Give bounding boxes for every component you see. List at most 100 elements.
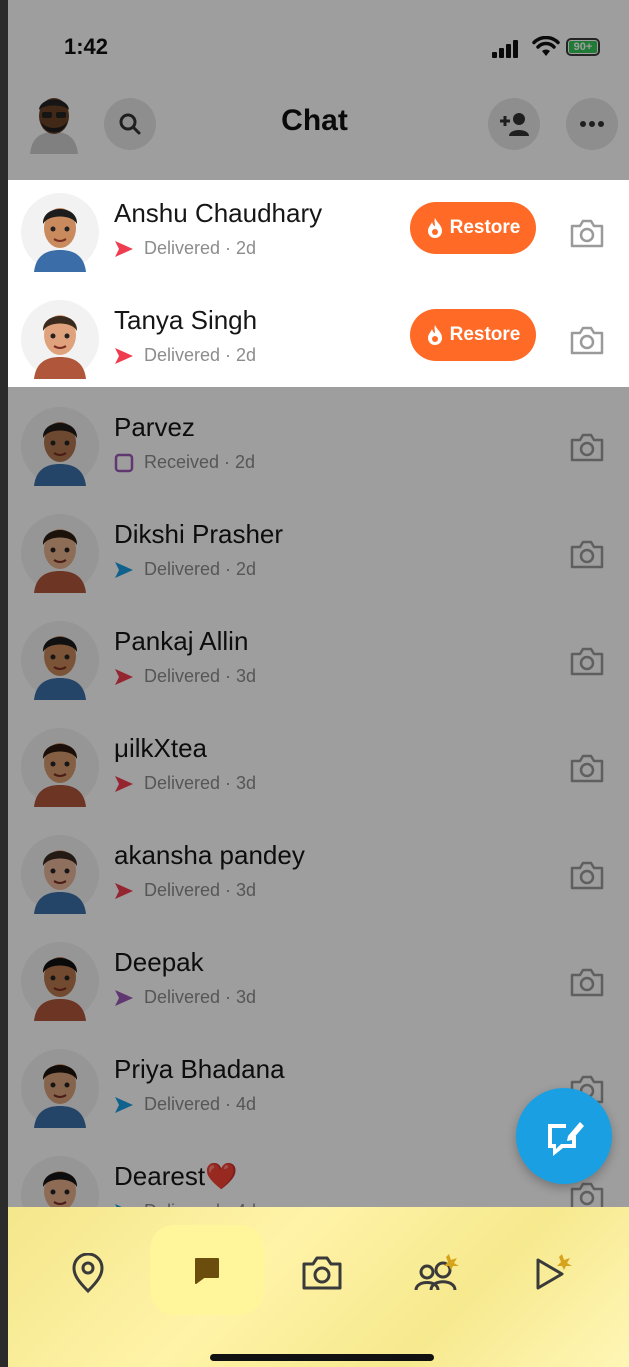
friend-bitmoji-avatar[interactable]: [20, 834, 100, 914]
status-age: 3d: [236, 880, 257, 900]
friend-name: Dikshi Prasher: [114, 519, 284, 549]
delivered-arrow-icon: [115, 1096, 133, 1113]
chat-row[interactable]: Parvez Received · 2d: [0, 394, 629, 502]
status-text: Delivered: [144, 880, 221, 900]
status-separator: ·: [220, 880, 237, 900]
friend-name: Deepak: [114, 947, 204, 977]
friend-name: Priya Bhadana: [114, 1054, 285, 1084]
spotlight-icon: [536, 1254, 572, 1290]
camera-reply-icon[interactable]: [568, 322, 606, 360]
chat-status: Delivered · 3d: [114, 666, 256, 687]
friend-name: Anshu Chaudhary: [114, 198, 323, 228]
screen-edge: [0, 0, 8, 1367]
battery-percent: 90+: [573, 41, 593, 53]
restore-button[interactable]: Restore: [410, 309, 536, 361]
add-friend-icon: [500, 113, 529, 136]
nav-stories[interactable]: [408, 1231, 468, 1315]
friend-bitmoji-avatar[interactable]: [20, 620, 100, 700]
camera-reply-icon[interactable]: [568, 643, 606, 681]
chat-status: Delivered · 3d: [114, 773, 256, 794]
status-separator: ·: [220, 773, 237, 793]
friend-name: Tanya Singh: [114, 305, 258, 335]
restore-label: Restore: [449, 217, 521, 238]
chat-status: Received · 2d: [114, 452, 255, 473]
friend-bitmoji-avatar[interactable]: [20, 192, 100, 272]
received-icon: [114, 453, 134, 472]
friend-name: Dearest❤️: [114, 1161, 238, 1191]
delivered-arrow-icon: [115, 989, 133, 1006]
nav-spotlight[interactable]: [524, 1231, 584, 1315]
chat-row[interactable]: Deepak Delivered · 3d: [0, 929, 629, 1037]
delivered-arrow-icon: [115, 668, 133, 685]
camera-reply-icon[interactable]: [568, 429, 606, 467]
chat-status: Delivered · 4d: [114, 1094, 256, 1115]
nav-chat[interactable]: [150, 1225, 264, 1315]
friend-bitmoji-avatar[interactable]: [20, 941, 100, 1021]
restore-label: Restore: [449, 324, 521, 345]
status-age: 3d: [236, 987, 257, 1007]
status-text: Delivered: [144, 666, 221, 686]
chat-row[interactable]: Pankaj Allin Delivered · 3d: [0, 608, 629, 716]
status-separator: ·: [220, 1094, 237, 1114]
friend-name: akansha pandey: [114, 840, 305, 870]
friend-bitmoji-avatar[interactable]: [20, 406, 100, 486]
map-icon: [72, 1253, 104, 1293]
status-text: Delivered: [144, 987, 221, 1007]
friend-bitmoji-avatar[interactable]: [20, 513, 100, 593]
status-text: Delivered: [144, 773, 221, 793]
camera-reply-icon[interactable]: [568, 857, 606, 895]
cellular-signal-icon: [492, 38, 522, 58]
status-separator: ·: [220, 345, 237, 365]
delivered-arrow-icon: [115, 882, 133, 899]
add-friend-button[interactable]: [488, 98, 540, 150]
status-separator: ·: [220, 987, 237, 1007]
status-separator: ·: [220, 238, 237, 258]
more-options-icon: [580, 121, 604, 127]
nav-camera[interactable]: [292, 1231, 352, 1315]
friend-bitmoji-avatar[interactable]: [20, 1048, 100, 1128]
status-text: Delivered: [144, 559, 221, 579]
battery-icon: 90+: [566, 38, 600, 56]
chat-row[interactable]: Anshu Chaudhary Delivered · 2d Restore: [0, 180, 629, 288]
friend-bitmoji-avatar[interactable]: [20, 727, 100, 807]
chat-status: Delivered · 2d: [114, 345, 256, 366]
chat-status: Delivered · 2d: [114, 238, 256, 259]
status-age: 2d: [236, 345, 257, 365]
more-options-button[interactable]: [566, 98, 618, 150]
friend-bitmoji-avatar[interactable]: [20, 299, 100, 379]
camera-reply-icon[interactable]: [568, 964, 606, 1002]
wifi-icon: [532, 36, 560, 56]
chat-row[interactable]: μilkXtea Delivered · 3d: [0, 715, 629, 823]
status-age: 3d: [236, 773, 257, 793]
chat-row[interactable]: Tanya Singh Delivered · 2d Restore: [0, 287, 629, 395]
flame-icon: [427, 218, 442, 238]
chat-status: Delivered · 2d: [114, 559, 256, 580]
status-age: 2d: [236, 238, 257, 258]
chat-row[interactable]: Dikshi Prasher Delivered · 2d: [0, 501, 629, 609]
friend-name: μilkXtea: [114, 733, 208, 763]
camera-reply-icon[interactable]: [568, 750, 606, 788]
friend-name: Pankaj Allin: [114, 626, 249, 656]
bottom-nav: [0, 1207, 629, 1367]
nav-map[interactable]: [58, 1231, 118, 1315]
status-age: 4d: [236, 1094, 257, 1114]
status-time: 1:42: [64, 34, 109, 59]
chat-row[interactable]: akansha pandey Delivered · 3d: [0, 822, 629, 930]
new-chat-button[interactable]: [516, 1088, 612, 1184]
restore-button[interactable]: Restore: [410, 202, 536, 254]
snapchat-chat-screen: 1:42 90+ Chat Anshu Chaudhary Delivered …: [0, 0, 629, 1367]
status-separator: ·: [220, 559, 237, 579]
home-indicator: [210, 1354, 434, 1361]
status-text: Delivered: [144, 345, 221, 365]
camera-reply-icon[interactable]: [568, 215, 606, 253]
chat-status: Delivered · 3d: [114, 987, 256, 1008]
delivered-arrow-icon: [115, 561, 133, 578]
chat-header: Chat: [0, 92, 629, 162]
delivered-arrow-icon: [115, 775, 133, 792]
camera-reply-icon[interactable]: [568, 536, 606, 574]
status-text: Received: [144, 452, 220, 472]
status-text: Delivered: [144, 238, 221, 258]
status-separator: ·: [220, 666, 237, 686]
status-text: Delivered: [144, 1094, 221, 1114]
status-bar: 1:42 90+: [0, 0, 629, 90]
